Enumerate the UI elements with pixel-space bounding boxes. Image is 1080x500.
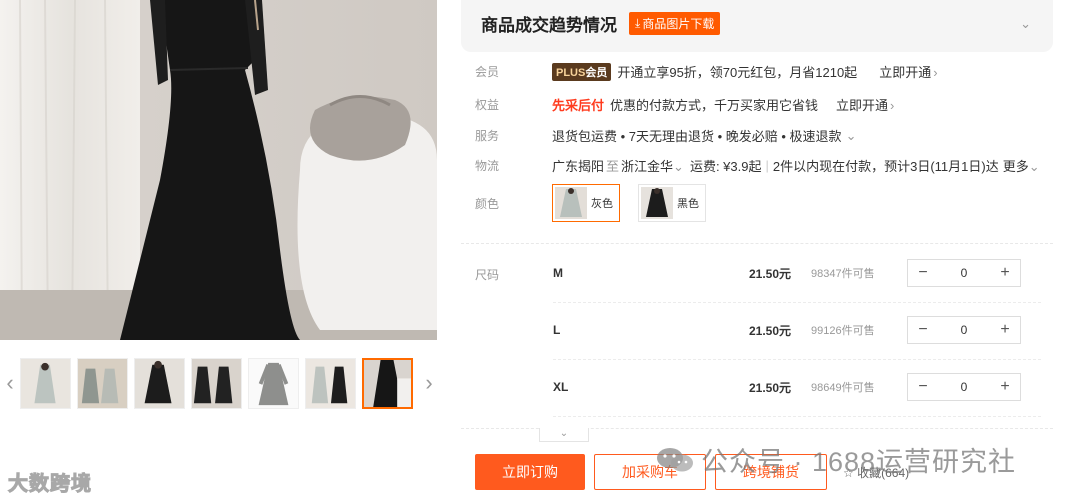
benefit-open-link[interactable]: 立即开通 › xyxy=(836,95,894,114)
delivery-eta: 2件以内现在付款，预计3日(11月1日)达 xyxy=(772,159,999,174)
thumbnail[interactable] xyxy=(77,357,128,409)
more-label: 更多 xyxy=(1002,159,1029,174)
plus-member-badge: PLUS会员 xyxy=(552,62,612,81)
ship-from: 广东揭阳 xyxy=(552,159,605,174)
thumbnail-selected[interactable] xyxy=(362,357,413,409)
logistics-more[interactable]: 更多⌄ xyxy=(1003,156,1040,175)
color-name: 灰色 xyxy=(591,198,613,210)
color-option-gray[interactable]: 灰色 xyxy=(552,184,620,222)
image-download-button[interactable]: ⤓ 商品图片下载 xyxy=(629,11,721,35)
wechat-icon xyxy=(657,447,693,471)
color-name: 黑色 xyxy=(677,198,699,210)
expand-sizes-toggle[interactable]: ⌄ xyxy=(539,428,589,442)
quantity-stepper: − 0 + xyxy=(907,316,1021,344)
size-name: L xyxy=(553,323,561,337)
buy-now-button[interactable]: 立即订购 xyxy=(475,454,585,490)
download-label: 商品图片下载 xyxy=(642,16,715,31)
thumbnail[interactable] xyxy=(191,357,242,409)
size-row-xl: XL 21.50元 98649件可售 − 0 + xyxy=(553,367,1033,407)
size-label: 尺码 xyxy=(475,268,500,282)
size-price: 21.50元 xyxy=(748,380,791,395)
watermark-right: 公众号 · 1688运营研究社 xyxy=(655,440,1016,479)
minus-icon[interactable]: − xyxy=(916,378,930,396)
color-option-black[interactable]: 黑色 xyxy=(638,184,706,222)
buy-now-label: 立即订购 xyxy=(502,464,558,480)
size-name: XL xyxy=(553,380,569,394)
chevron-down-icon: ⌄ xyxy=(559,428,569,439)
shipping-fee: 运费: ¥3.9起 xyxy=(689,159,762,174)
logistics-row: 物流 广东揭阳 至 浙江金华⌄ 运费: ¥3.9起 | 2件以内现在付款，预计3… xyxy=(475,156,1040,175)
watermark-right-text: 公众号 · 1688运营研究社 xyxy=(701,447,1017,477)
divider: | xyxy=(765,158,769,173)
ship-to: 浙江金华 xyxy=(621,159,674,174)
chevron-right-icon: › xyxy=(933,65,938,80)
quantity-stepper: − 0 + xyxy=(907,373,1021,401)
benefit-open-label: 立即开通 xyxy=(836,98,889,113)
main-product-image[interactable] xyxy=(0,0,437,340)
benefit-row: 权益 先采后付 优惠的付款方式，千万买家用它省钱 立即开通 › xyxy=(475,95,894,114)
color-swatch-black xyxy=(641,187,673,219)
member-open-link[interactable]: 立即开通 › xyxy=(879,62,937,81)
chevron-left-icon[interactable]: ‹ xyxy=(0,346,20,420)
ship-to-word: 至 xyxy=(606,159,620,174)
service-row: 服务 退货包运费 • 7天无理由退货 • 晚发必赔 • 极速退款 ⌄ xyxy=(475,126,856,145)
benefit-text: 优惠的付款方式，千万买家用它省钱 xyxy=(610,98,819,113)
quantity-input[interactable]: 0 xyxy=(961,266,968,280)
size-stock: 98347件可售 xyxy=(811,268,875,280)
chevron-down-icon: ⌄ xyxy=(1028,159,1040,174)
color-row: 颜色 灰色 黑色 xyxy=(475,184,724,222)
size-stock: 99126件可售 xyxy=(811,325,875,337)
chevron-down-icon[interactable]: ⌄ xyxy=(1020,16,1031,32)
member-text: 开通立享95折，领70元红包，月省1210起 xyxy=(617,65,858,80)
size-name: M xyxy=(553,266,563,280)
chevron-down-icon: ⌄ xyxy=(673,159,684,174)
logistics-label: 物流 xyxy=(475,159,500,173)
quantity-input[interactable]: 0 xyxy=(961,380,968,394)
trend-title: 商品成交趋势情况 xyxy=(481,15,617,35)
thumbnail[interactable] xyxy=(305,357,356,409)
member-label: 会员 xyxy=(475,65,500,79)
ship-to-selector[interactable]: 浙江金华⌄ xyxy=(621,156,684,175)
size-price: 21.50元 xyxy=(748,323,791,338)
plus-badge-suffix: 会员 xyxy=(585,66,608,79)
service-label: 服务 xyxy=(475,129,500,143)
plus-badge-text: PLUS xyxy=(556,66,586,79)
product-detail-panel: 商品成交趋势情况 ⤓ 商品图片下载 ⌄ 会员 PLUS会员 开通立享95折，领7… xyxy=(461,0,1053,500)
plus-icon[interactable]: + xyxy=(998,264,1012,282)
minus-icon[interactable]: − xyxy=(916,264,930,282)
chevron-right-icon: › xyxy=(890,98,895,113)
watermark-left: 大数跨境 xyxy=(8,473,92,496)
color-label: 颜色 xyxy=(475,196,500,211)
plus-icon[interactable]: + xyxy=(998,378,1012,396)
row-divider xyxy=(553,359,1041,360)
row-divider xyxy=(553,302,1041,303)
service-text: 退货包运费 • 7天无理由退货 • 晚发必赔 • 极速退款 xyxy=(552,129,842,144)
chevron-right-icon[interactable]: › xyxy=(419,346,439,420)
size-row-l: L 21.50元 99126件可售 − 0 + xyxy=(553,310,1033,350)
member-open-label: 立即开通 xyxy=(879,65,932,80)
row-divider xyxy=(553,416,1041,417)
quantity-input[interactable]: 0 xyxy=(961,323,968,337)
section-divider xyxy=(461,243,1053,244)
thumbnail[interactable] xyxy=(248,357,299,409)
size-stock: 98649件可售 xyxy=(811,382,875,394)
member-row: 会员 PLUS会员 开通立享95折，领70元红包，月省1210起 立即开通 › xyxy=(475,62,938,81)
quantity-stepper: − 0 + xyxy=(907,259,1021,287)
thumbnail[interactable] xyxy=(20,357,71,409)
benefit-label: 权益 xyxy=(475,98,500,112)
pay-later-tag: 先采后付 xyxy=(552,98,605,113)
thumbnail[interactable] xyxy=(134,357,185,409)
plus-icon[interactable]: + xyxy=(998,321,1012,339)
chevron-down-icon[interactable]: ⌄ xyxy=(846,128,857,144)
trend-section-header[interactable]: 商品成交趋势情况 ⤓ 商品图片下载 ⌄ xyxy=(461,0,1053,52)
size-row-m: M 21.50元 98347件可售 − 0 + xyxy=(553,253,1033,293)
download-icon: ⤓ xyxy=(635,15,641,30)
thumbnail-strip: ‹ › xyxy=(0,346,440,420)
size-price: 21.50元 xyxy=(748,266,791,281)
color-swatch-gray xyxy=(555,187,587,219)
minus-icon[interactable]: − xyxy=(916,321,930,339)
